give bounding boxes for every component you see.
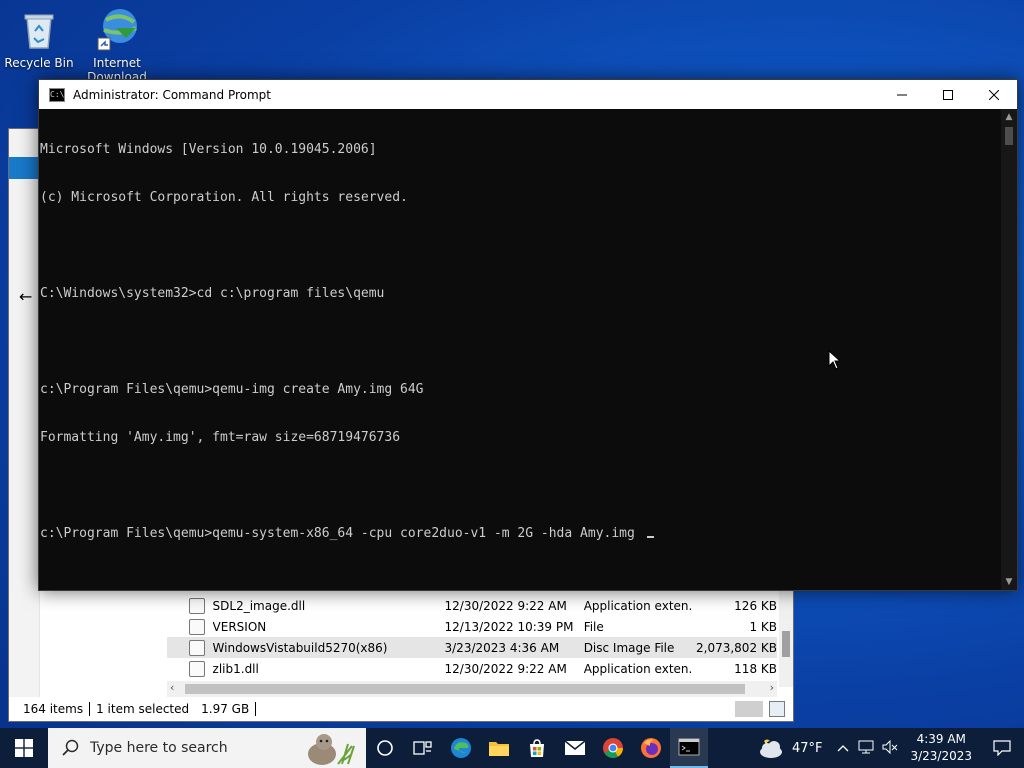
- terminal-line: Formatting 'Amy.img', fmt=raw size=68719…: [40, 430, 401, 445]
- command-prompt-icon: [678, 738, 700, 756]
- show-hidden-icons-button[interactable]: [832, 741, 854, 755]
- scrollbar-thumb[interactable]: [782, 631, 790, 657]
- chevron-left-icon[interactable]: ‹: [170, 681, 174, 694]
- command-prompt-icon: C:\: [49, 87, 65, 102]
- task-view-cortana-button[interactable]: [366, 728, 404, 768]
- volume-muted-icon: [882, 739, 898, 754]
- weather-partly-cloudy-icon: [759, 739, 782, 758]
- list-item-selected[interactable]: WindowsVistabuild5270(x86) 3/23/2023 4:3…: [167, 637, 777, 658]
- notification-icon: [993, 740, 1011, 756]
- chevron-up-icon: [838, 745, 849, 752]
- explorer-horizontal-scrollbar[interactable]: ‹ ›: [167, 681, 777, 697]
- minimize-icon: [897, 94, 907, 95]
- scroll-down-icon[interactable]: ▼: [1001, 576, 1017, 588]
- taskbar-chrome[interactable]: [594, 728, 632, 768]
- terminal-line: Microsoft Windows [Version 10.0.19045.20…: [40, 142, 377, 157]
- task-view-button[interactable]: [404, 728, 442, 768]
- terminal-line: c:\Program Files\qemu>qemu-system-x86_64…: [40, 526, 643, 541]
- file-icon: [189, 597, 205, 614]
- search-highlight-squirrel-icon: [298, 730, 360, 766]
- weather-widget[interactable]: 47°F: [746, 737, 833, 759]
- command-prompt-window[interactable]: C:\ Administrator: Command Prompt Micros…: [38, 79, 1018, 591]
- cortana-circle-icon: [377, 740, 393, 756]
- large-icons-view-icon[interactable]: [769, 701, 785, 717]
- explorer-vertical-scrollbar[interactable]: [779, 587, 793, 687]
- terminal-vertical-scrollbar[interactable]: ▲ ▼: [1001, 109, 1017, 590]
- terminal-line: C:\Windows\system32>cd c:\program files\…: [40, 286, 385, 301]
- list-item[interactable]: VERSION 12/13/2022 10:39 PM File 1 KB: [167, 616, 777, 637]
- file-icon: [189, 618, 205, 635]
- desktop-icon-label: Recycle Bin: [4, 56, 74, 70]
- explorer-sidebar: [9, 129, 40, 721]
- taskbar-firefox[interactable]: [632, 728, 670, 768]
- details-view-icon[interactable]: [735, 701, 763, 717]
- search-placeholder: Type here to search: [90, 740, 228, 756]
- start-button[interactable]: [0, 728, 48, 768]
- terminal-line: (c) Microsoft Corporation. All rights re…: [40, 190, 408, 205]
- selection-count: 1 item selected: [96, 702, 190, 716]
- file-icon: [189, 660, 205, 677]
- network-icon: [858, 740, 874, 753]
- store-icon: [530, 739, 544, 757]
- window-title: Administrator: Command Prompt: [73, 87, 271, 102]
- minimize-button[interactable]: [879, 80, 925, 109]
- internet-download-manager-icon: [94, 6, 140, 52]
- disc-image-icon: [189, 639, 205, 656]
- sidebar-item[interactable]: [9, 157, 39, 179]
- volume-button[interactable]: [878, 739, 902, 757]
- maximize-icon: [943, 89, 953, 100]
- firefox-icon: [641, 738, 661, 758]
- edge-icon: [451, 738, 471, 758]
- terminal-input-line[interactable]: c:\Program Files\qemu>qemu-system-x86_64…: [40, 526, 1001, 542]
- mouse-pointer-icon: [828, 350, 842, 370]
- taskbar: Type here to search 47°F 4:39 AM 3/23/20…: [0, 728, 1024, 768]
- taskbar-file-explorer[interactable]: [480, 728, 518, 768]
- status-bar: 164 items 1 item selected 1.97 GB: [9, 697, 793, 721]
- network-button[interactable]: [854, 740, 878, 757]
- scroll-up-icon[interactable]: ▲: [1001, 111, 1017, 123]
- back-arrow-icon[interactable]: ←: [19, 287, 32, 306]
- taskbar-command-prompt[interactable]: [670, 728, 708, 768]
- windows-logo-icon: [15, 739, 33, 757]
- selection-size: 1.97 GB: [201, 702, 250, 716]
- close-icon: [989, 89, 999, 100]
- item-count: 164 items: [23, 702, 84, 716]
- weather-temperature: 47°F: [791, 740, 823, 756]
- maximize-button[interactable]: [925, 80, 971, 109]
- notifications-button[interactable]: [980, 740, 1024, 756]
- taskbar-edge[interactable]: [442, 728, 480, 768]
- taskbar-store[interactable]: [518, 728, 556, 768]
- folder-icon: [489, 742, 509, 756]
- chevron-right-icon[interactable]: ›: [770, 681, 774, 694]
- separator: [255, 702, 257, 716]
- search-icon: [62, 739, 79, 756]
- recycle-bin-icon: [16, 6, 62, 52]
- terminal-output[interactable]: Microsoft Windows [Version 10.0.19045.20…: [39, 109, 1001, 590]
- desktop-icon-internet-download[interactable]: Internet Download: [80, 6, 154, 82]
- terminal-line: c:\Program Files\qemu>qemu-img create Am…: [40, 382, 424, 397]
- desktop-icon-recycle-bin[interactable]: Recycle Bin: [2, 6, 76, 70]
- clock-time: 4:39 AM: [916, 732, 966, 746]
- list-item[interactable]: SDL2_image.dll 12/30/2022 9:22 AM Applic…: [167, 595, 777, 616]
- scrollbar-thumb[interactable]: [1005, 127, 1013, 145]
- scrollbar-thumb[interactable]: [185, 684, 745, 694]
- close-button[interactable]: [971, 80, 1017, 109]
- taskbar-mail[interactable]: [556, 728, 594, 768]
- chrome-icon: [603, 738, 623, 758]
- text-cursor: [646, 536, 654, 538]
- system-tray: 47°F 4:39 AM 3/23/2023: [746, 728, 1024, 768]
- taskbar-search-box[interactable]: Type here to search: [48, 728, 366, 768]
- list-item[interactable]: zlib1.dll 12/30/2022 9:22 AM Application…: [167, 658, 777, 679]
- title-bar[interactable]: C:\ Administrator: Command Prompt: [39, 80, 1017, 109]
- clock[interactable]: 4:39 AM 3/23/2023: [902, 731, 980, 765]
- task-view-icon: [413, 741, 432, 755]
- mail-icon: [564, 740, 586, 755]
- clock-date: 3/23/2023: [910, 749, 972, 763]
